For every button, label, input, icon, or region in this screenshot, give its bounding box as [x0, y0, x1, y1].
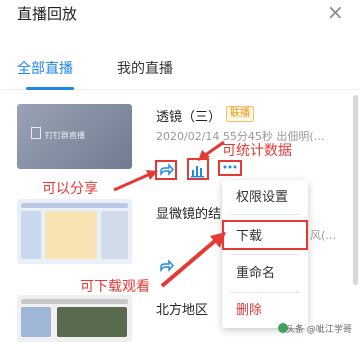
menu-divider [230, 214, 300, 215]
video-thumbnail[interactable]: 钉钉群直播 [17, 104, 132, 169]
thumbnail-slide [21, 307, 51, 337]
dialog-header: 直播回放 × [0, 0, 360, 30]
thumbnail-map [57, 307, 127, 337]
tab-all-live[interactable]: 全部直播 [17, 58, 73, 78]
video-thumbnail[interactable] [17, 295, 132, 342]
thumbnail-panel [101, 211, 128, 259]
annotation-share: 可以分享 [42, 181, 98, 197]
active-tab-indicator [26, 87, 74, 90]
menu-item-delete[interactable]: 删除 [222, 297, 308, 325]
arrow-to-stats [198, 140, 225, 161]
thumbnail-slide [45, 211, 97, 259]
statistics-icon[interactable] [189, 161, 209, 181]
dialog-title: 直播回放 [17, 5, 78, 23]
thumbnail-sidebar [21, 211, 41, 259]
item-title[interactable]: 透镜（三） [156, 106, 221, 125]
thumbnail-toolbar [21, 299, 128, 304]
scrollbar[interactable] [353, 95, 358, 285]
menu-divider [230, 254, 300, 255]
menu-item-permissions[interactable]: 权限设置 [222, 184, 308, 212]
menu-divider [230, 292, 300, 293]
highlight-box-download [222, 220, 308, 250]
video-thumbnail[interactable] [17, 199, 132, 264]
annotation-stats: 可统计数据 [222, 143, 292, 159]
menu-item-rename[interactable]: 重命名 [222, 260, 308, 288]
watermark: 头条 @呲江学哥 [286, 325, 352, 335]
context-menu: 权限设置 下载 重命名 删除 [222, 180, 308, 328]
annotation-download: 可下载观看 [80, 279, 150, 295]
item-meta: 风(… [310, 229, 337, 242]
tab-bar: 全部直播 我的直播 [0, 48, 360, 90]
item-title[interactable]: 北方地区 [156, 299, 208, 318]
arrow-to-download [160, 232, 226, 288]
thumbnail-toolbar [21, 203, 128, 208]
item-title[interactable]: 显微镜的结 [156, 203, 221, 222]
close-icon[interactable]: × [327, 0, 344, 24]
thumbnail-brand: 钉钉群直播 [45, 131, 85, 140]
share-icon[interactable] [157, 161, 177, 181]
tab-my-live[interactable]: 我的直播 [117, 58, 173, 78]
arrow-to-share [113, 170, 158, 192]
play-icon [31, 127, 41, 139]
status-badge: 联播 [226, 106, 254, 122]
